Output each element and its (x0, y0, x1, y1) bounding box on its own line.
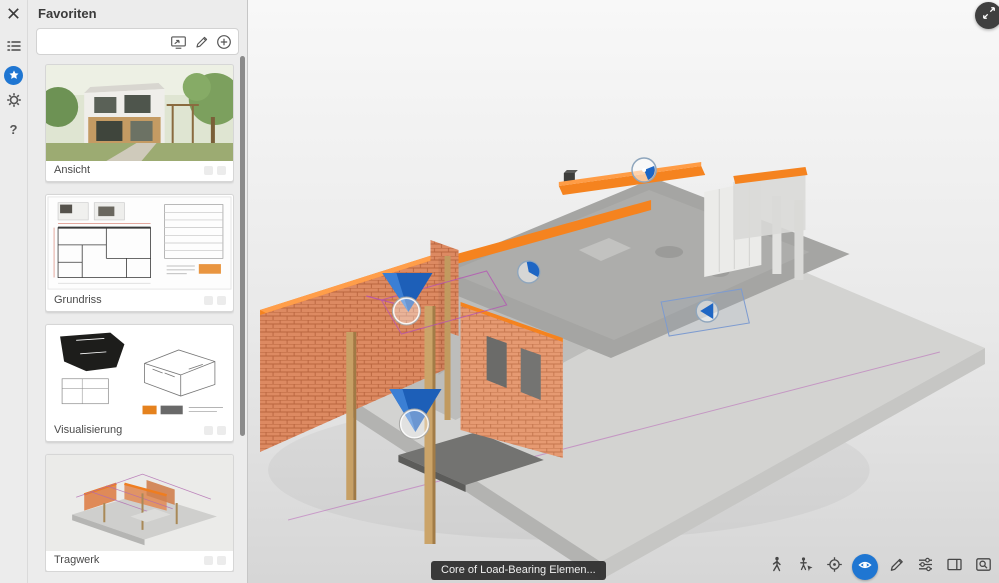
layout-button[interactable] (943, 556, 965, 578)
card-action-icons (200, 295, 226, 305)
filter-button[interactable] (914, 556, 936, 578)
pencil-icon (888, 556, 905, 578)
viewport-3d: Core of Load-Bearing Elemen... (248, 0, 999, 583)
eye-icon (857, 557, 873, 578)
magnifier-box-icon (975, 556, 992, 578)
sidebar-item-settings[interactable] (3, 91, 25, 113)
expand-icon (982, 6, 996, 25)
card-label-row: Visualisierung (46, 421, 233, 441)
sliders-icon (917, 556, 934, 578)
center-view-button[interactable] (823, 556, 845, 578)
element-tooltip: Core of Load-Bearing Elemen... (431, 561, 606, 580)
panel-header: Favoriten (28, 0, 247, 27)
present-screen-button[interactable] (169, 33, 187, 51)
fullscreen-button[interactable] (975, 2, 999, 29)
icon-rail: ? (0, 0, 28, 583)
search-model-button[interactable] (972, 556, 994, 578)
card-label-row: Ansicht (46, 161, 233, 181)
gear-icon (6, 92, 22, 113)
close-icon (6, 6, 21, 26)
favorite-card-tragwerk[interactable]: Tragwerk (45, 454, 234, 572)
favorite-card-ansicht[interactable]: Ansicht (45, 64, 234, 182)
select-person-button[interactable] (794, 556, 816, 578)
close-panel-button[interactable] (3, 5, 25, 27)
app-window: ? Favoriten Ansicht Grundriss Visualisie… (0, 0, 999, 583)
card-action-icons (200, 165, 226, 175)
view-mode-button[interactable] (852, 554, 878, 580)
search-bar (36, 28, 239, 55)
thumbnail-tragwerk (46, 455, 233, 551)
favorites-panel: Favoriten Ansicht Grundriss Visualisieru… (28, 0, 248, 583)
navigation-marker[interactable] (517, 260, 541, 284)
3d-model-view[interactable] (248, 0, 999, 583)
star-icon (4, 65, 23, 85)
person-cursor-icon (797, 556, 814, 578)
thumbnail-ansicht (46, 65, 233, 161)
scrollbar-thumb[interactable] (240, 56, 245, 436)
card-action-icons (200, 425, 226, 435)
card-action-icons (200, 555, 226, 565)
page-title: Favoriten (38, 6, 97, 21)
thumbnail-visualisierung (46, 325, 233, 421)
measure-button[interactable] (885, 556, 907, 578)
card-label-row: Tragwerk (46, 551, 233, 571)
walk-mode-button[interactable] (765, 556, 787, 578)
sidebar-item-favorites[interactable] (3, 64, 25, 86)
navigation-marker[interactable] (695, 299, 719, 323)
sidebar-item-help[interactable]: ? (3, 118, 25, 140)
target-icon (826, 556, 843, 578)
card-label: Ansicht (54, 164, 91, 176)
sidebar-item-list[interactable] (3, 37, 25, 59)
navigation-marker[interactable] (631, 157, 657, 183)
favorite-card-visualisierung[interactable]: Visualisierung (45, 324, 234, 442)
card-label: Grundriss (54, 294, 102, 306)
card-label: Visualisierung (54, 424, 123, 436)
thumbnail-grundriss (46, 195, 233, 291)
favorite-card-grundriss[interactable]: Grundriss (45, 194, 234, 312)
edit-icon[interactable] (192, 33, 210, 51)
card-label-row: Grundriss (46, 291, 233, 311)
favorites-list: Ansicht Grundriss Visualisierung Tragwer… (45, 64, 234, 572)
list-icon (6, 38, 22, 59)
card-label: Tragwerk (54, 554, 100, 566)
walk-icon (768, 556, 785, 578)
panel-scrollbar[interactable] (240, 56, 246, 579)
viewport-toolbar (765, 554, 994, 580)
help-icon: ? (9, 121, 18, 137)
add-favorite-button[interactable] (215, 33, 233, 51)
search-input[interactable] (42, 33, 164, 50)
layout-panel-icon (946, 556, 963, 578)
